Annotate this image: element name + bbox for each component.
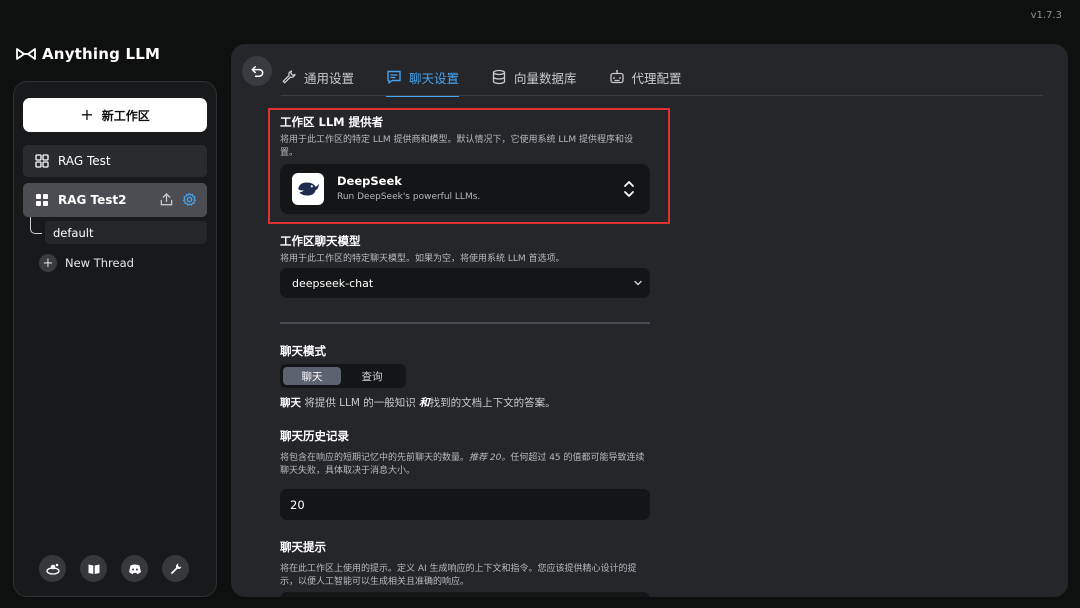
new-thread-label: New Thread [65, 256, 134, 270]
help-emphasis: 和 [419, 397, 430, 409]
provider-description: Run DeepSeek's powerful LLMs. [337, 192, 481, 202]
grid-icon [36, 194, 48, 206]
tab-label: 向量数据库 [514, 70, 577, 86]
help-bold-term: 聊天 [280, 397, 301, 409]
provider-name: DeepSeek [337, 174, 402, 188]
section-divider [280, 322, 650, 324]
workspace-item-rag-test2[interactable]: RAG Test2 [23, 183, 207, 217]
chat-model-select[interactable]: deepseek-chat [280, 268, 650, 298]
discord-icon [128, 564, 141, 574]
tab-agent-config[interactable]: 代理配置 [609, 58, 682, 96]
gear-icon[interactable] [182, 192, 197, 207]
help-text: 找到的文档上下文的答案。 [429, 397, 556, 409]
section-title: 工作区 LLM 提供者 [280, 115, 384, 129]
community-hub-icon [45, 563, 60, 575]
plus-icon: + [80, 105, 94, 124]
chat-mode-help: 聊天 将提供 LLM 的一般知识 和找到的文档上下文的答案。 [280, 395, 556, 410]
undo-arrow-icon [251, 65, 263, 77]
chevron-down-icon [634, 280, 642, 286]
chat-mode-title: 聊天模式 [280, 344, 326, 358]
docs-button[interactable] [80, 555, 107, 582]
tab-label: 通用设置 [304, 70, 355, 86]
tab-chat-settings[interactable]: 聊天设置 [386, 58, 460, 97]
section-description: 将用于此工作区的特定聊天模型。如果为空，将使用系统 LLM 首选项。 [280, 254, 565, 264]
help-text: 将提供 LLM 的一般知识 [301, 397, 420, 409]
settings-tabs: 通用设置 聊天设置 向量数据库 代理配置 [281, 58, 714, 97]
thread-name: default [53, 225, 94, 240]
tab-vector-database[interactable]: 向量数据库 [491, 58, 577, 96]
workspace-name: RAG Test [58, 154, 111, 168]
new-thread-button[interactable]: + New Thread [39, 254, 134, 272]
section-title: 聊天历史记录 [280, 429, 349, 443]
anythingllm-logo-icon [16, 48, 36, 60]
tab-label: 聊天设置 [409, 70, 460, 86]
docs-book-icon [88, 564, 99, 574]
chat-model-section: 工作区聊天模型 将用于此工作区的特定聊天模型。如果为空，将使用系统 LLM 首选… [280, 233, 650, 266]
tab-label: 代理配置 [631, 70, 682, 86]
thread-connector [30, 217, 42, 234]
chevron-up-down-icon [624, 181, 634, 197]
workspace-settings-panel: 通用设置 聊天设置 向量数据库 代理配置 工作区 LLM 提供者 将用于此工作区… [231, 44, 1068, 597]
tabs-divider [281, 95, 1043, 96]
community-hub-button[interactable] [39, 555, 66, 582]
section-title: 工作区聊天模型 [280, 234, 361, 248]
chat-mode-toggle: 聊天 查询 [280, 364, 406, 388]
section-description: 将在此工作区上使用的提示。定义 AI 生成响应的上下文和指令。您应该提供精心设计… [280, 564, 637, 587]
thread-item-default[interactable]: default [45, 221, 207, 244]
section-description: 将包含在响应的短期记忆中的先前聊天的数量。推荐 20。任何超过 45 的值都可能… [280, 453, 645, 476]
brand-name: Anything LLM [42, 45, 161, 63]
version-label: v1.7.3 [1030, 10, 1062, 21]
tab-general-settings[interactable]: 通用设置 [281, 58, 354, 96]
llm-provider-select[interactable]: DeepSeek Run DeepSeek's powerful LLMs. [280, 164, 650, 214]
chat-icon [387, 70, 401, 84]
discord-button[interactable] [121, 555, 148, 582]
back-button[interactable] [242, 56, 272, 86]
brand-logo[interactable]: Anything LLM [16, 45, 160, 63]
robot-icon [609, 69, 624, 84]
chat-history-input[interactable]: 20 [280, 489, 650, 520]
chat-prompt-textarea[interactable] [280, 592, 650, 597]
wrench-icon [282, 70, 296, 84]
workspace-name: RAG Test2 [58, 193, 127, 207]
wrench-icon [170, 563, 181, 574]
mode-option-query[interactable]: 查询 [343, 367, 401, 385]
llm-provider-section: 工作区 LLM 提供者 将用于此工作区的特定 LLM 提供商和模型。默认情况下，… [280, 114, 650, 160]
mode-option-chat[interactable]: 聊天 [283, 367, 341, 385]
settings-button[interactable] [162, 555, 189, 582]
grid-icon [35, 154, 49, 168]
deepseek-logo-icon [292, 173, 324, 205]
new-workspace-button[interactable]: + 新工作区 [23, 98, 207, 132]
chat-prompt-section: 聊天提示 将在此工作区上使用的提示。定义 AI 生成响应的上下文和指令。您应该提… [280, 539, 650, 589]
section-title: 聊天提示 [280, 540, 326, 554]
sidebar-footer [39, 555, 189, 582]
workspace-item-rag-test[interactable]: RAG Test [23, 145, 207, 177]
selected-model: deepseek-chat [292, 276, 374, 290]
upload-icon[interactable] [159, 192, 174, 207]
plus-circle-icon: + [39, 254, 57, 272]
database-icon [492, 69, 506, 85]
history-value: 20 [290, 497, 305, 512]
section-description: 将用于此工作区的特定 LLM 提供商和模型。默认情况下，它使用系统 LLM 提供… [280, 135, 634, 158]
sidebar: + 新工作区 RAG Test RAG Test2 default + New … [13, 81, 217, 597]
chat-history-section: 聊天历史记录 将包含在响应的短期记忆中的先前聊天的数量。推荐 20。任何超过 4… [280, 428, 650, 478]
new-workspace-label: 新工作区 [101, 108, 150, 123]
